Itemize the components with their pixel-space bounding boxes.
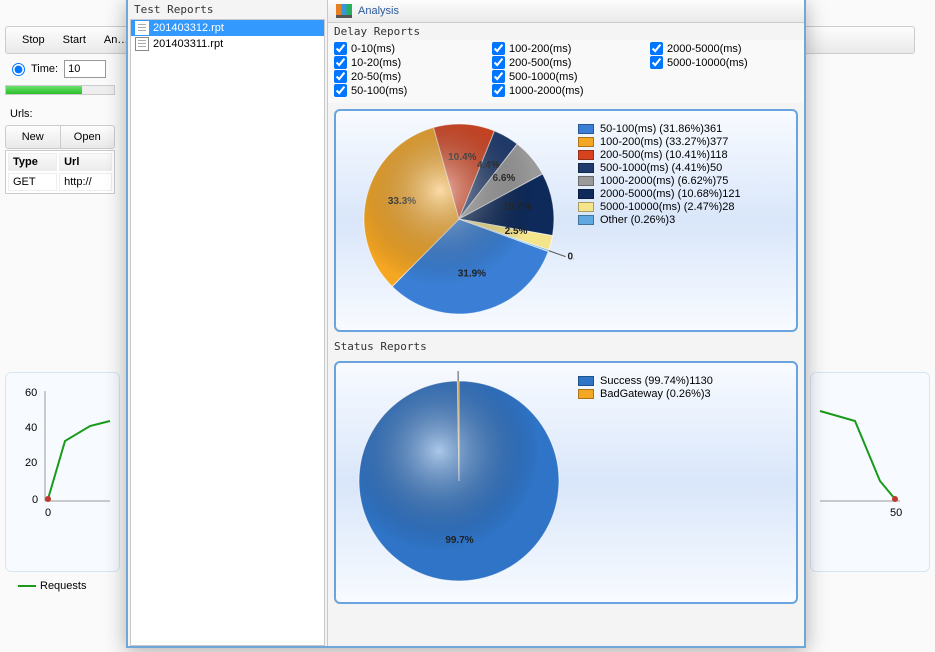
- analysis-panel: Analysis Delay Reports 0-10(ms) 100-200(m…: [328, 0, 804, 646]
- delay-checkbox[interactable]: 5000-10000(ms): [650, 56, 798, 69]
- delay-checkbox[interactable]: 20-50(ms): [334, 70, 482, 83]
- open-button[interactable]: Open: [61, 126, 115, 148]
- status-pie-chart: 99.7%0.3%: [344, 371, 574, 591]
- status-legend: Success (99.74%)1130BadGateway (0.26%)3: [578, 371, 713, 594]
- new-button[interactable]: New: [6, 126, 61, 148]
- urls-label: Urls:: [10, 108, 33, 120]
- svg-text:20: 20: [25, 457, 37, 469]
- delay-checkbox[interactable]: 200-500(ms): [492, 56, 640, 69]
- test-reports-title: Test Reports: [128, 0, 327, 19]
- svg-text:0.3%: 0.3%: [568, 252, 574, 263]
- svg-text:50: 50: [890, 507, 902, 519]
- svg-text:0: 0: [32, 494, 38, 506]
- delay-section-label: Delay Reports: [328, 23, 804, 40]
- legend-item: 2000-5000(ms) (10.68%)121: [578, 188, 741, 200]
- analysis-title: Analysis: [358, 5, 399, 17]
- checkbox-input[interactable]: [492, 84, 505, 97]
- requests-legend: Requests: [18, 580, 86, 592]
- url-table: TypeUrl GEThttp://: [5, 150, 115, 194]
- svg-text:60: 60: [25, 387, 37, 399]
- delay-pie-chart: 31.9%33.3%10.4%4.4%6.6%10.7%2.5%0.3%: [344, 119, 574, 319]
- checkbox-input[interactable]: [492, 56, 505, 69]
- time-label: Time:: [31, 63, 58, 75]
- delay-checkbox[interactable]: 0-10(ms): [334, 42, 482, 55]
- url-toolbar: New Open: [5, 125, 115, 149]
- legend-swatch: [578, 176, 594, 186]
- status-pie-panel: 99.7%0.3% Success (99.74%)1130BadGateway…: [334, 361, 798, 604]
- col-type: Type: [8, 153, 57, 171]
- checkbox-input[interactable]: [334, 42, 347, 55]
- legend-item: 5000-10000(ms) (2.47%)28: [578, 201, 741, 213]
- delay-checkbox[interactable]: 100-200(ms): [492, 42, 640, 55]
- legend-item: BadGateway (0.26%)3: [578, 388, 713, 400]
- file-name: 201403311.rpt: [153, 38, 223, 50]
- checkbox-input[interactable]: [492, 70, 505, 83]
- time-input[interactable]: [64, 60, 106, 78]
- legend-swatch: [578, 376, 594, 386]
- legend-swatch: [578, 202, 594, 212]
- checkbox-input[interactable]: [650, 56, 663, 69]
- delay-checkbox[interactable]: 10-20(ms): [334, 56, 482, 69]
- status-section-label: Status Reports: [328, 338, 804, 355]
- legend-swatch: [578, 137, 594, 147]
- svg-text:0: 0: [45, 507, 51, 519]
- file-list: 201403312.rpt 201403311.rpt: [130, 19, 325, 646]
- legend-swatch: [578, 189, 594, 199]
- file-item[interactable]: 201403311.rpt: [131, 36, 324, 52]
- reports-modal: Test Reports 201403312.rpt201403311.rpt …: [126, 0, 806, 648]
- legend-item: 1000-2000(ms) (6.62%)75: [578, 175, 741, 187]
- file-item[interactable]: 201403312.rpt: [131, 20, 324, 36]
- progress-bar: [5, 85, 115, 95]
- delay-checkbox[interactable]: 50-100(ms): [334, 84, 482, 97]
- legend-item: Other (0.26%)3: [578, 214, 741, 226]
- legend-swatch: [578, 163, 594, 173]
- delay-checkbox[interactable]: 2000-5000(ms): [650, 42, 798, 55]
- file-name: 201403312.rpt: [153, 22, 224, 34]
- svg-text:40: 40: [25, 422, 37, 434]
- legend-item: 100-200(ms) (33.27%)377: [578, 136, 741, 148]
- delay-checkbox-grid: 0-10(ms) 100-200(ms) 2000-5000(ms) 10-20(ms…: [328, 40, 804, 103]
- file-icon: [135, 21, 149, 35]
- checkbox-input[interactable]: [334, 84, 347, 97]
- legend-item: Success (99.74%)1130: [578, 375, 713, 387]
- checkbox-input[interactable]: [492, 42, 505, 55]
- legend-swatch: [578, 150, 594, 160]
- delay-pie-panel: 31.9%33.3%10.4%4.4%6.6%10.7%2.5%0.3% 50-…: [334, 109, 798, 332]
- bg-chart-left: 60 40 20 0 0: [5, 372, 120, 572]
- file-icon: [135, 37, 149, 51]
- legend-swatch: [578, 389, 594, 399]
- checkbox-input[interactable]: [650, 42, 663, 55]
- time-radio[interactable]: [12, 63, 25, 76]
- time-row: Time:: [12, 60, 106, 78]
- col-url: Url: [59, 153, 112, 171]
- delay-checkbox[interactable]: 1000-2000(ms): [492, 84, 640, 97]
- start-button[interactable]: Start: [57, 32, 92, 48]
- reports-file-panel: Test Reports 201403312.rpt 201403311.rpt: [128, 0, 328, 646]
- legend-swatch: [578, 124, 594, 134]
- analysis-icon: [336, 4, 352, 18]
- legend-item: 500-1000(ms) (4.41%)50: [578, 162, 741, 174]
- checkbox-input[interactable]: [334, 56, 347, 69]
- bg-chart-right: 50: [810, 372, 930, 572]
- delay-checkbox[interactable]: 500-1000(ms): [492, 70, 640, 83]
- legend-item: 200-500(ms) (10.41%)118: [578, 149, 741, 161]
- checkbox-input[interactable]: [334, 70, 347, 83]
- stop-button[interactable]: Stop: [16, 32, 51, 48]
- table-row[interactable]: GEThttp://: [8, 173, 112, 191]
- legend-swatch: [578, 215, 594, 225]
- delay-legend: 50-100(ms) (31.86%)361100-200(ms) (33.27…: [578, 119, 741, 322]
- legend-item: 50-100(ms) (31.86%)361: [578, 123, 741, 135]
